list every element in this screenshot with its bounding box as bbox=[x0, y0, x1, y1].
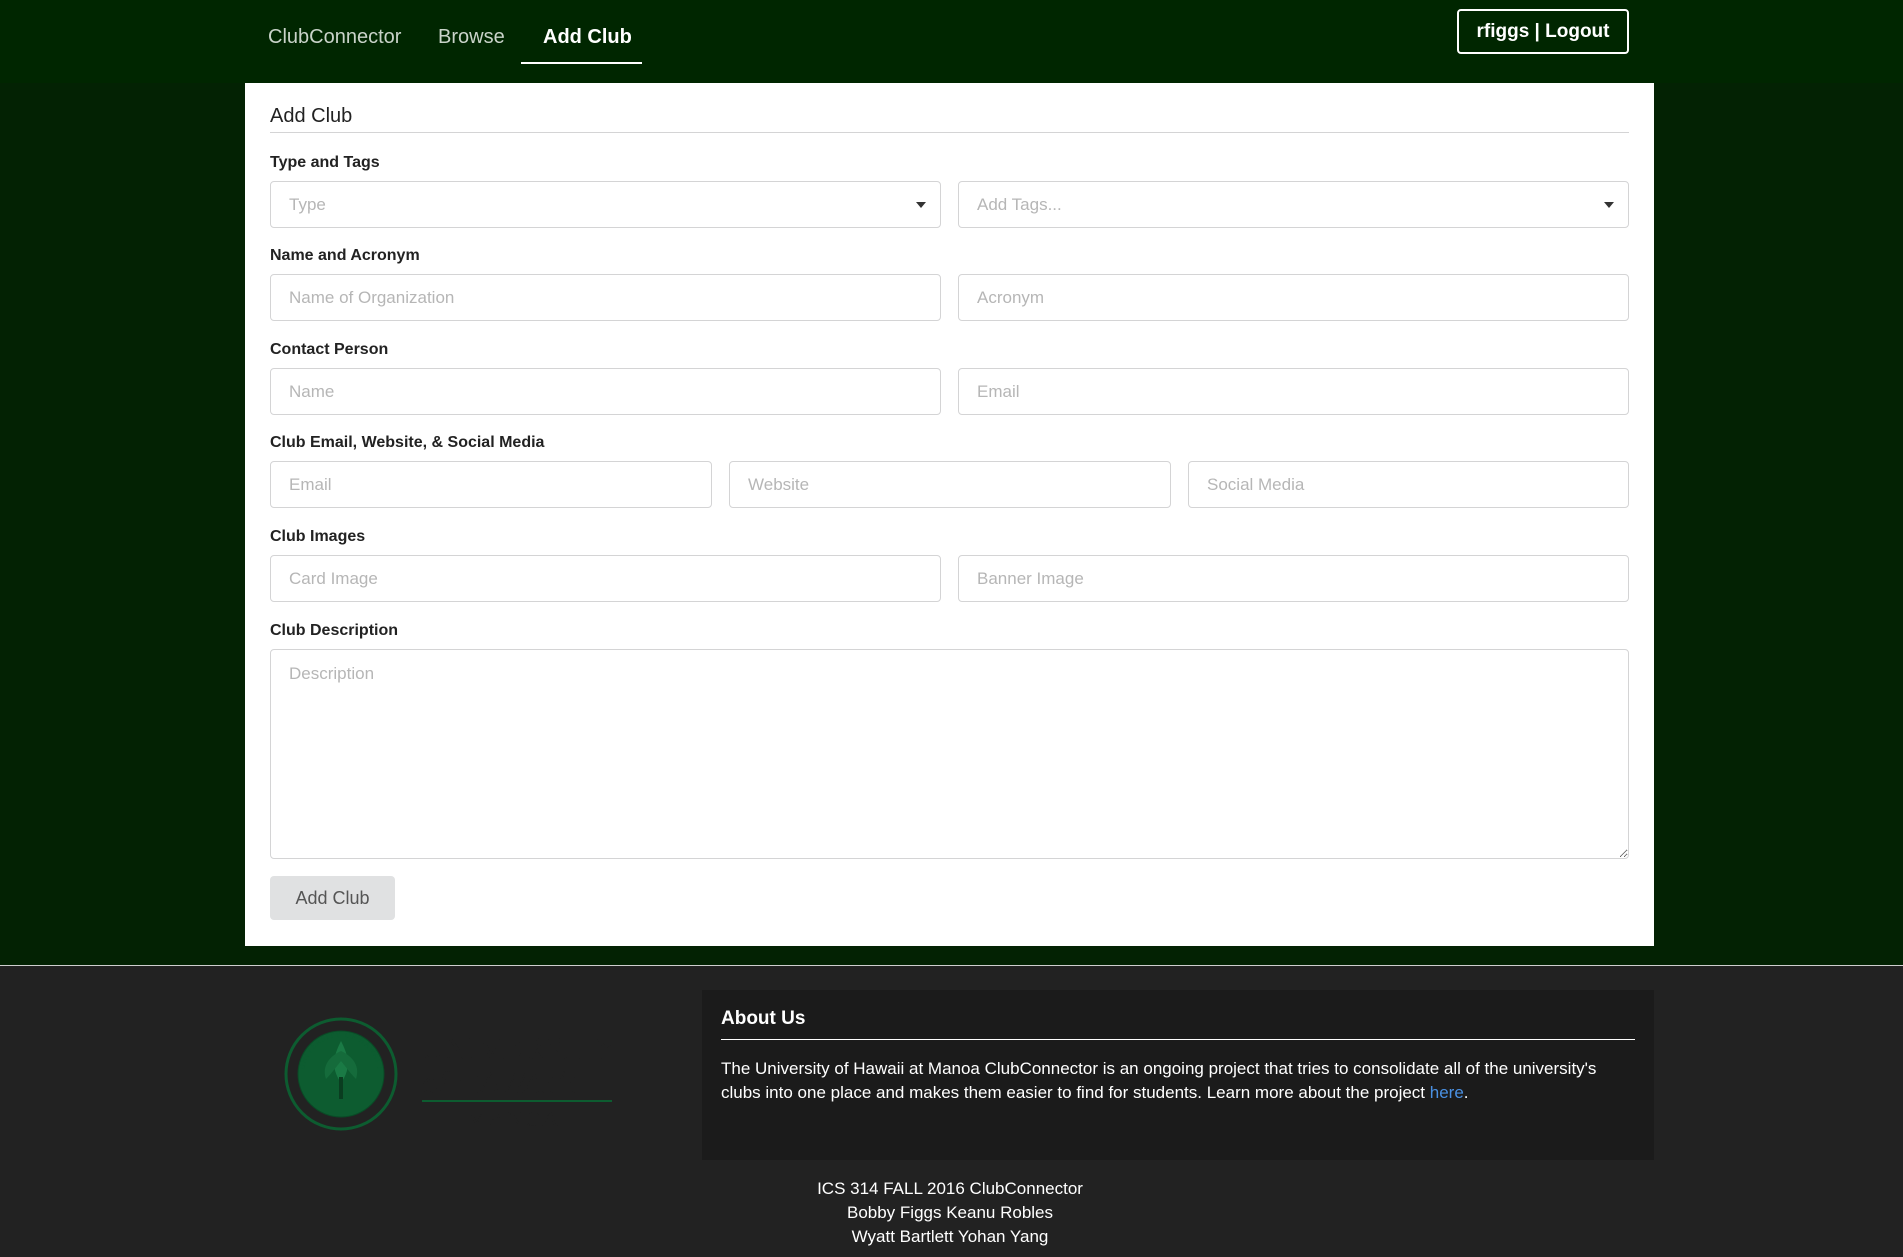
about-text: The University of Hawaii at Manoa ClubCo… bbox=[721, 1057, 1635, 1105]
contact-name-input[interactable] bbox=[270, 368, 941, 415]
nav-browse-link[interactable]: Browse bbox=[438, 22, 505, 52]
about-end: . bbox=[1463, 1083, 1469, 1102]
banner-image-input[interactable] bbox=[958, 555, 1629, 602]
nav-add-club-link[interactable]: Add Club bbox=[543, 22, 632, 52]
about-us-panel: About Us The University of Hawaii at Man… bbox=[702, 990, 1654, 1160]
credits-line: Bobby Figgs Keanu Robles bbox=[846, 1203, 1054, 1222]
form-title: Add Club bbox=[270, 105, 353, 127]
club-images-label: Club Images bbox=[270, 528, 366, 545]
chevron-down-icon bbox=[916, 202, 926, 208]
club-description-label: Club Description bbox=[270, 622, 399, 639]
logo-university: UNIVERSITY bbox=[420, 1031, 614, 1067]
footer-credits: ICS 314 FALL 2016 ClubConnector Bobby Fi… bbox=[760, 1177, 1140, 1249]
about-divider bbox=[721, 1039, 1635, 1040]
website-input[interactable] bbox=[729, 461, 1171, 508]
form-title-divider bbox=[270, 132, 1629, 133]
add-club-submit-button[interactable]: Add Club bbox=[270, 876, 395, 920]
credits-line: Wyatt Bartlett Yohan Yang bbox=[851, 1227, 1049, 1246]
tags-select[interactable]: Add Tags... bbox=[958, 181, 1629, 228]
active-tab-indicator bbox=[521, 62, 642, 64]
credits-line: ICS 314 FALL 2016 ClubConnector bbox=[817, 1179, 1083, 1198]
club-contact-label: Club Email, Website, & Social Media bbox=[270, 434, 545, 451]
about-title: About Us bbox=[721, 1008, 806, 1029]
contact-person-label: Contact Person bbox=[270, 341, 389, 358]
type-select-placeholder: Type bbox=[289, 194, 326, 214]
organization-name-input[interactable] bbox=[270, 274, 941, 321]
contact-email-input[interactable] bbox=[958, 368, 1629, 415]
type-select[interactable]: Type bbox=[270, 181, 941, 228]
name-acronym-label: Name and Acronym bbox=[270, 247, 420, 264]
add-club-form-panel: Add Club Type and Tags Type Add Tags... … bbox=[245, 83, 1654, 946]
footer-divider bbox=[0, 965, 1903, 966]
tags-select-placeholder: Add Tags... bbox=[977, 194, 1062, 214]
nav-brand-link[interactable]: ClubConnector bbox=[268, 22, 401, 52]
club-email-input[interactable] bbox=[270, 461, 712, 508]
social-media-input[interactable] bbox=[1188, 461, 1629, 508]
acronym-input[interactable] bbox=[958, 274, 1629, 321]
user-logout-button[interactable]: rfiggs | Logout bbox=[1457, 9, 1629, 54]
university-logo: UNIVERSITY OF HAWAI‘I UNIVERSITY of HAWA… bbox=[284, 1017, 614, 1131]
logo-manoa: MĀNOA bbox=[467, 1106, 560, 1131]
type-tags-label: Type and Tags bbox=[270, 154, 380, 171]
description-textarea[interactable] bbox=[270, 649, 1629, 859]
card-image-input[interactable] bbox=[270, 555, 941, 602]
logo-of-hawaii: of HAWAI‘I bbox=[422, 1065, 579, 1101]
chevron-down-icon bbox=[1604, 202, 1614, 208]
about-here-link[interactable]: here bbox=[1430, 1083, 1464, 1102]
